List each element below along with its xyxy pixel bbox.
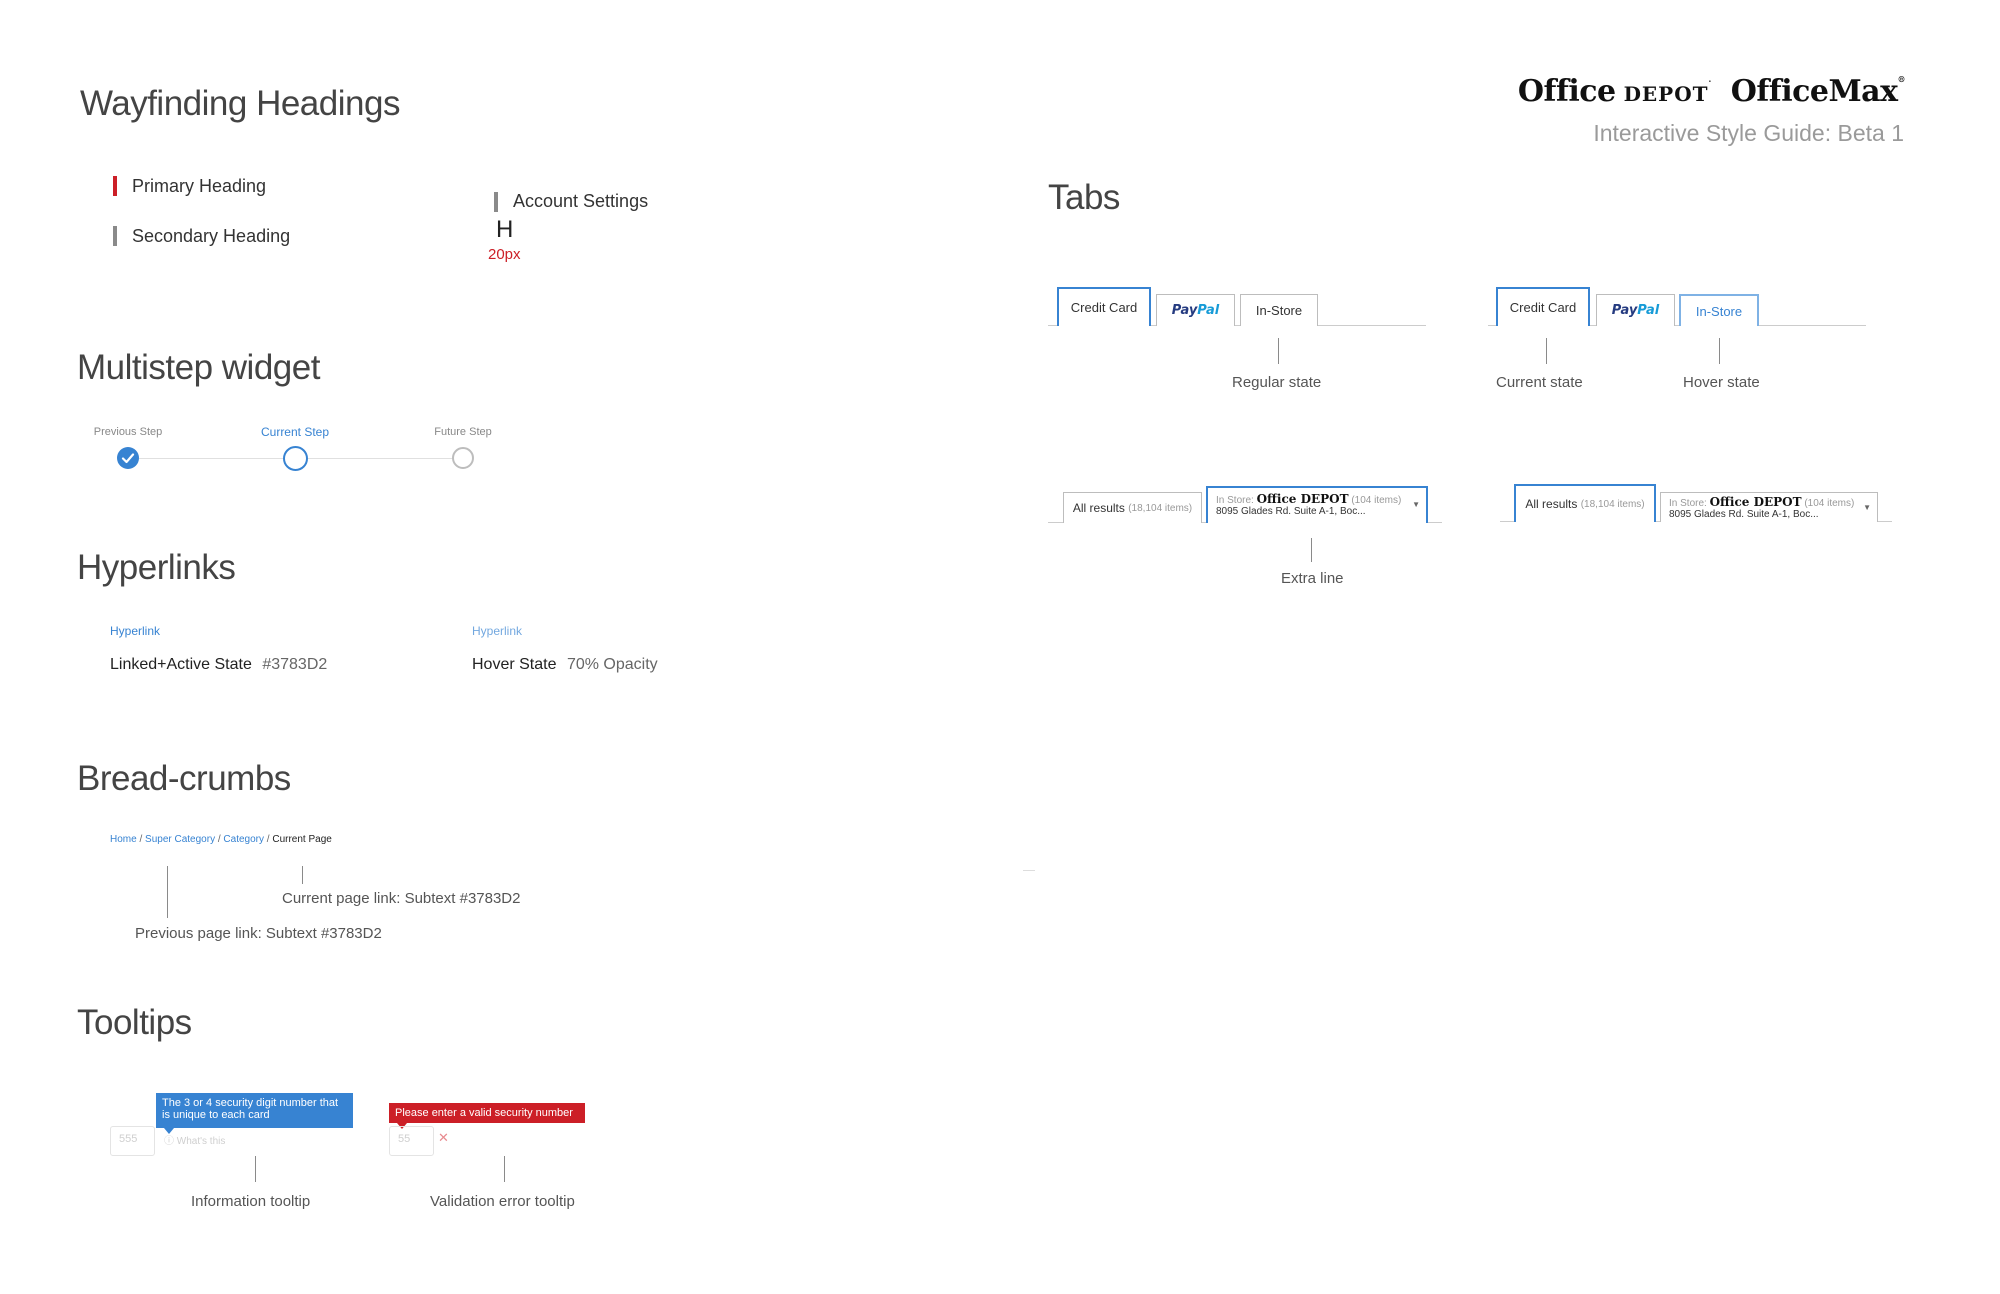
callout-line — [302, 866, 303, 884]
breadcrumb-current-note: Current page link: Subtext #3783D2 — [282, 890, 521, 907]
error-tooltip-label: Validation error tooltip — [430, 1193, 575, 1210]
step-previous-label: Previous Step — [93, 426, 163, 438]
primary-heading-bar — [113, 176, 117, 196]
tab-paypal[interactable]: PayPal — [1156, 294, 1235, 326]
breadcrumb-current-page: Current Page — [272, 834, 332, 845]
callout-line — [1546, 338, 1547, 364]
breadcrumb-super-category[interactable]: Super Category — [145, 834, 215, 845]
secondary-heading-label: Secondary Heading — [132, 226, 291, 246]
height-glyph: H — [496, 216, 514, 243]
chevron-down-icon[interactable]: ▼ — [1863, 503, 1871, 512]
breadcrumb-home[interactable]: Home — [110, 834, 137, 845]
callout-line — [1311, 538, 1312, 562]
step-future-circle[interactable] — [452, 447, 474, 469]
account-heading-bar — [494, 192, 498, 212]
tab-credit-card-current[interactable]: Credit Card — [1496, 287, 1590, 326]
info-tooltip: The 3 or 4 security digit number that is… — [156, 1093, 353, 1128]
account-settings-label: Account Settings — [513, 191, 649, 211]
primary-heading-label: Primary Heading — [132, 176, 267, 196]
tab-credit-card[interactable]: Credit Card — [1057, 287, 1151, 326]
checkmark-icon — [121, 453, 135, 464]
multistep-title: Multistep widget — [77, 348, 320, 387]
callout-line — [167, 866, 168, 918]
divider — [1023, 870, 1035, 871]
callout-line — [255, 1156, 256, 1182]
error-tooltip: Please enter a valid security number — [389, 1103, 585, 1123]
hyperlink-active-state: Linked+Active State #3783D2 — [110, 656, 327, 674]
step-previous-circle[interactable] — [117, 447, 139, 469]
step-future-label: Future Step — [434, 426, 492, 438]
active-state-value: #3783D2 — [262, 656, 328, 673]
tab-all-results-current[interactable]: All results (18,104 items) — [1514, 484, 1656, 522]
callout-line — [504, 1156, 505, 1182]
tab-paypal-2[interactable]: PayPal — [1596, 294, 1675, 326]
active-state-label: Linked+Active State — [110, 656, 252, 673]
hyperlinks-title: Hyperlinks — [77, 548, 236, 587]
secondary-heading-bar — [113, 226, 117, 246]
info-tooltip-label: Information tooltip — [191, 1193, 311, 1210]
current-state-label: Current state — [1496, 374, 1583, 391]
wayfinding-title: Wayfinding Headings — [80, 84, 400, 123]
regular-state-label: Regular state — [1232, 374, 1322, 391]
guide-subtitle: Interactive Style Guide: Beta 1 — [1593, 120, 1904, 146]
close-icon: ✕ — [438, 1130, 449, 1145]
store-address: 8095 Glades Rd. Suite A-1, Boc... — [1669, 509, 1819, 520]
tab-in-store[interactable]: In-Store — [1240, 294, 1318, 326]
store-name: Office DEPOT — [1709, 495, 1802, 509]
brand-logo: Office DEPOT. OfficeMax® — [1517, 74, 1906, 109]
tab-all-results[interactable]: All results (18,104 items) — [1063, 492, 1202, 523]
store-address: 8095 Glades Rd. Suite A-1, Boc... — [1216, 506, 1366, 517]
tab-in-store-unselected[interactable]: In Store: Office DEPOT (104 items) 8095 … — [1660, 492, 1878, 522]
tab-in-store-selected[interactable]: In Store: Office DEPOT (104 items) 8095 … — [1206, 486, 1428, 523]
extra-line-label: Extra line — [1281, 570, 1344, 587]
tooltips-title: Tooltips — [77, 1003, 192, 1042]
whats-this-link[interactable]: ⓘ What's this — [164, 1132, 225, 1147]
store-name: Office DEPOT — [1256, 492, 1349, 506]
hover-state-label: Hover state — [1683, 374, 1760, 391]
hyperlink-hover-state: Hover State 70% Opacity — [472, 656, 658, 674]
paypal-logo: PayPal — [1171, 303, 1220, 318]
breadcrumb-category[interactable]: Category — [223, 834, 264, 845]
hyperlink-sample-hover[interactable]: Hyperlink — [472, 624, 522, 638]
callout-line — [1278, 338, 1279, 364]
hyperlink-sample-active[interactable]: Hyperlink — [110, 624, 160, 638]
info-icon: ⓘ — [164, 1136, 174, 1147]
tab-in-store-hover[interactable]: In-Store — [1679, 294, 1759, 326]
step-current-circle[interactable] — [283, 446, 308, 471]
breadcrumbs-title: Bread-crumbs — [77, 759, 291, 798]
chevron-down-icon[interactable]: ▼ — [1412, 500, 1420, 509]
security-code-input-error[interactable]: 55 — [389, 1126, 434, 1156]
hover-state-value: 70% Opacity — [566, 656, 658, 673]
height-measure: 20px — [488, 246, 521, 263]
paypal-logo: PayPal — [1611, 303, 1660, 318]
step-current-label: Current Step — [260, 425, 330, 439]
callout-line — [1719, 338, 1720, 364]
tabs-title: Tabs — [1048, 178, 1120, 217]
security-code-input[interactable]: 555 — [110, 1126, 155, 1156]
hover-state-label: Hover State — [472, 656, 557, 673]
breadcrumb-previous-note: Previous page link: Subtext #3783D2 — [135, 925, 382, 942]
breadcrumb: Home / Super Category / Category / Curre… — [110, 834, 332, 845]
